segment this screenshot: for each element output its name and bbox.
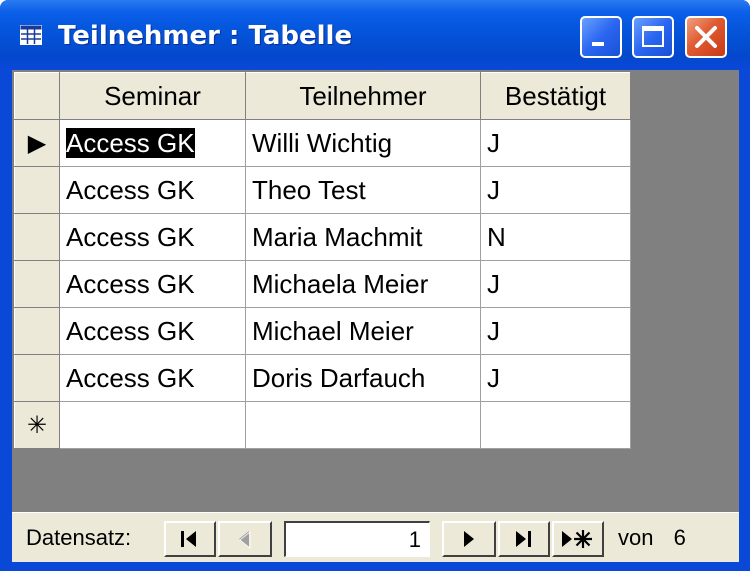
- title-bar[interactable]: Teilnehmer : Tabelle: [0, 0, 750, 70]
- cell-seminar[interactable]: Access GK: [59, 166, 246, 214]
- cell-seminar[interactable]: Access GK: [59, 354, 246, 402]
- current-record-field[interactable]: 1: [284, 521, 430, 557]
- row-selector-current[interactable]: ▶: [14, 119, 60, 167]
- row-selector[interactable]: [14, 260, 60, 308]
- cell-bestaetigt[interactable]: J: [480, 307, 631, 355]
- cell-seminar-text: Access GK: [66, 269, 195, 299]
- row-selector[interactable]: [14, 307, 60, 355]
- row-selector[interactable]: [14, 166, 60, 214]
- cell-seminar[interactable]: Access GK: [59, 119, 246, 167]
- cell-seminar-new[interactable]: [59, 401, 246, 449]
- cell-teilnehmer[interactable]: Willi Wichtig: [245, 119, 481, 167]
- current-row-icon: ▶: [27, 129, 47, 157]
- previous-record-button[interactable]: [218, 521, 272, 557]
- cell-teilnehmer-text: Willi Wichtig: [252, 128, 393, 158]
- minimize-button[interactable]: [580, 16, 622, 58]
- cell-bestaetigt[interactable]: J: [480, 166, 631, 214]
- cell-teilnehmer-text: Maria Machmit: [252, 222, 423, 252]
- record-count: von 6: [618, 525, 686, 551]
- close-button[interactable]: [685, 16, 727, 58]
- cell-teilnehmer[interactable]: Michael Meier: [245, 307, 481, 355]
- cell-teilnehmer-text: Michaela Meier: [252, 269, 429, 299]
- cell-bestaetigt-text: N: [487, 222, 506, 252]
- cell-bestaetigt[interactable]: N: [480, 213, 631, 261]
- cell-teilnehmer-text: Doris Darfauch: [252, 363, 426, 393]
- maximize-icon: [642, 26, 664, 47]
- next-record-icon: [464, 531, 474, 547]
- cell-bestaetigt[interactable]: J: [480, 119, 631, 167]
- column-header-seminar[interactable]: Seminar: [59, 72, 246, 120]
- record-navigation-bar: Datensatz: 1 von 6: [12, 512, 739, 562]
- cell-bestaetigt[interactable]: J: [480, 260, 631, 308]
- window-title: Teilnehmer : Tabelle: [58, 21, 353, 51]
- cell-teilnehmer[interactable]: Doris Darfauch: [245, 354, 481, 402]
- table-row: Access GK Doris Darfauch J: [14, 354, 631, 402]
- table-row: Access GK Michaela Meier J: [14, 260, 631, 308]
- cell-teilnehmer-text: Theo Test: [252, 175, 366, 205]
- column-header-teilnehmer[interactable]: Teilnehmer: [245, 72, 481, 120]
- cell-seminar-text: Access GK: [66, 222, 195, 252]
- maximize-button[interactable]: [632, 16, 674, 58]
- cell-bestaetigt-text: J: [487, 175, 500, 205]
- last-record-icon: [516, 531, 531, 547]
- cell-seminar-text: Access GK: [66, 316, 195, 346]
- table-row: Access GK Michael Meier J: [14, 307, 631, 355]
- datasheet-grid: Seminar Teilnehmer Bestätigt ▶ Access GK…: [14, 72, 631, 449]
- table-row: Access GK Maria Machmit N: [14, 213, 631, 261]
- cell-teilnehmer-new[interactable]: [245, 401, 481, 449]
- table-row: Access GK Theo Test J: [14, 166, 631, 214]
- first-record-icon: [181, 531, 196, 547]
- cell-bestaetigt-text: J: [487, 269, 500, 299]
- cell-seminar[interactable]: Access GK: [59, 213, 246, 261]
- cell-seminar[interactable]: Access GK: [59, 260, 246, 308]
- column-header-bestaetigt[interactable]: Bestätigt: [480, 72, 631, 120]
- header-row: Seminar Teilnehmer Bestätigt: [14, 72, 631, 120]
- cell-bestaetigt[interactable]: J: [480, 354, 631, 402]
- minimize-icon: [592, 42, 604, 46]
- close-icon: [695, 26, 717, 48]
- new-record-row: ✳: [14, 401, 631, 449]
- cell-bestaetigt-text: J: [487, 363, 500, 393]
- table-window: Teilnehmer : Tabelle Seminar Teilnehmer …: [0, 0, 750, 571]
- cell-teilnehmer[interactable]: Theo Test: [245, 166, 481, 214]
- table-row: ▶ Access GK Willi Wichtig J: [14, 119, 631, 167]
- datasheet-area: Seminar Teilnehmer Bestätigt ▶ Access GK…: [12, 70, 739, 562]
- previous-record-icon: [239, 531, 251, 549]
- row-selector[interactable]: [14, 354, 60, 402]
- table-icon[interactable]: [20, 25, 42, 45]
- new-record-icon: [562, 530, 592, 548]
- last-record-button[interactable]: [498, 521, 550, 557]
- new-row-icon: ✳: [26, 411, 48, 439]
- record-count-total: 6: [673, 525, 686, 550]
- cell-seminar-text: Access GK: [66, 363, 195, 393]
- cell-teilnehmer[interactable]: Michaela Meier: [245, 260, 481, 308]
- cell-bestaetigt-new[interactable]: [480, 401, 631, 449]
- cell-bestaetigt-text: J: [487, 128, 500, 158]
- new-record-button[interactable]: [552, 521, 604, 557]
- record-count-of-label: von: [618, 525, 654, 550]
- row-selector[interactable]: [14, 213, 60, 261]
- cell-seminar-text-selected: Access GK: [66, 128, 195, 158]
- cell-teilnehmer-text: Michael Meier: [252, 316, 414, 346]
- select-all-cell[interactable]: [14, 72, 60, 120]
- first-record-button[interactable]: [164, 521, 216, 557]
- cell-bestaetigt-text: J: [487, 316, 500, 346]
- cell-seminar-text: Access GK: [66, 175, 195, 205]
- cell-teilnehmer[interactable]: Maria Machmit: [245, 213, 481, 261]
- record-label: Datensatz:: [26, 525, 132, 550]
- next-record-button[interactable]: [442, 521, 496, 557]
- cell-seminar[interactable]: Access GK: [59, 307, 246, 355]
- row-selector-new[interactable]: ✳: [14, 401, 60, 449]
